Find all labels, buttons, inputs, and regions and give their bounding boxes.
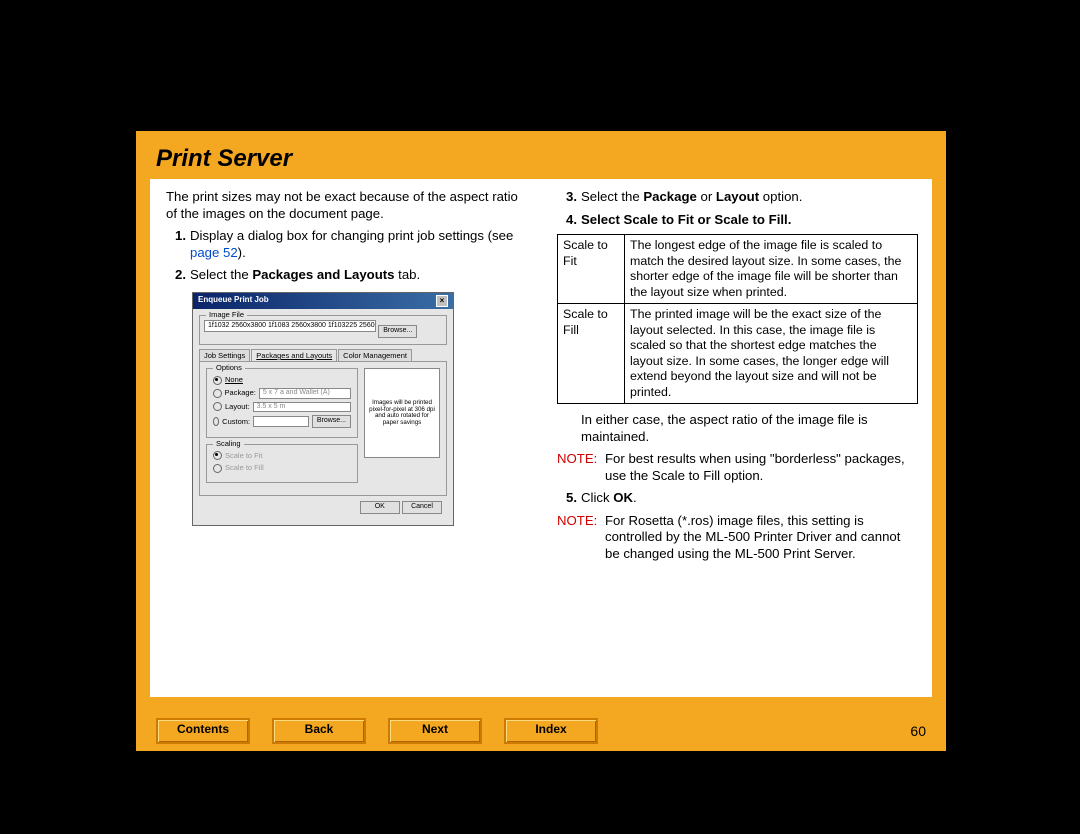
radio-package[interactable] (213, 389, 222, 398)
tab-job-settings[interactable]: Job Settings (199, 349, 250, 361)
step-number: 4. (557, 212, 581, 229)
image-file-input[interactable]: 1f1032 2560x3800 1f1083 2560x3800 1f1032… (204, 320, 376, 333)
custom-browse-button[interactable]: Browse... (312, 415, 351, 428)
cancel-button[interactable]: Cancel (402, 501, 442, 514)
contents-button[interactable]: Contents (156, 718, 250, 744)
page-title: Print Server (136, 131, 946, 179)
note-text: For best results when using "borderless"… (605, 451, 918, 484)
tab-packages-layouts[interactable]: Packages and Layouts (251, 349, 337, 361)
back-button[interactable]: Back (272, 718, 366, 744)
preview-box: Images will be printed pixel-for-pixel a… (364, 368, 440, 458)
footer-nav: Contents Back Next Index 60 (136, 711, 946, 751)
left-column: The print sizes may not be exact because… (150, 179, 541, 697)
scale-fill-desc: The printed image will be the exact size… (625, 304, 918, 404)
scale-fit-label: Scale to Fit (558, 235, 625, 304)
step-text: Select the Package or Layout option. (581, 189, 918, 206)
options-group: Options None Package: 5 x 7 a and Wallet… (206, 368, 358, 438)
browse-button[interactable]: Browse... (378, 325, 417, 338)
page-link[interactable]: page 52 (190, 245, 238, 260)
scale-fill-label: Scale to Fill (558, 304, 625, 404)
scaling-group: Scaling Scale to Fit Scale to Fill (206, 444, 358, 483)
step-text: Display a dialog box for changing print … (190, 228, 527, 261)
dialog-title: Enqueue Print Job (198, 295, 269, 307)
note-text: For Rosetta (*.ros) image files, this se… (605, 513, 918, 563)
either-case-text: In either case, the aspect ratio of the … (581, 412, 918, 445)
note-1: NOTE: For best results when using "borde… (557, 451, 918, 484)
radio-layout[interactable] (213, 402, 222, 411)
note-2: NOTE: For Rosetta (*.ros) image files, t… (557, 513, 918, 563)
layout-dropdown[interactable]: 3.5 x 5 m (253, 402, 351, 413)
close-icon[interactable]: × (436, 295, 448, 307)
package-dropdown[interactable]: 5 x 7 a and Wallet (A) (259, 388, 351, 399)
step-number: 1. (166, 228, 190, 261)
right-column: 3. Select the Package or Layout option. … (541, 179, 932, 697)
radio-none[interactable] (213, 376, 222, 385)
step-3: 3. Select the Package or Layout option. (557, 189, 918, 206)
step-1: 1. Display a dialog box for changing pri… (166, 228, 527, 261)
image-file-group: Image File 1f1032 2560x3800 1f1083 2560x… (199, 315, 447, 346)
document-page: Print Server The print sizes may not be … (135, 130, 947, 752)
step-number: 3. (557, 189, 581, 206)
ok-button[interactable]: OK (360, 501, 400, 514)
tab-color-management[interactable]: Color Management (338, 349, 412, 361)
step-number: 2. (166, 267, 190, 284)
index-button[interactable]: Index (504, 718, 598, 744)
next-button[interactable]: Next (388, 718, 482, 744)
radio-scale-fill[interactable] (213, 464, 222, 473)
note-label: NOTE: (557, 451, 605, 484)
step-number: 5. (557, 490, 581, 507)
step-2: 2. Select the Packages and Layouts tab. (166, 267, 527, 284)
tab-content: Images will be printed pixel-for-pixel a… (199, 361, 447, 495)
tab-row: Job Settings Packages and Layouts Color … (199, 349, 447, 361)
dialog-titlebar: Enqueue Print Job × (193, 293, 453, 309)
radio-scale-fit[interactable] (213, 451, 222, 460)
content-area: The print sizes may not be exact because… (150, 179, 932, 697)
intro-text: The print sizes may not be exact because… (166, 189, 527, 222)
note-label: NOTE: (557, 513, 605, 563)
step-text: Select Scale to Fit or Scale to Fill. (581, 212, 918, 229)
scale-fit-desc: The longest edge of the image file is sc… (625, 235, 918, 304)
enqueue-print-job-dialog: Enqueue Print Job × Image File 1f1032 25… (192, 292, 454, 526)
step-text: Select the Packages and Layouts tab. (190, 267, 527, 284)
scale-table: Scale to Fit The longest edge of the ima… (557, 234, 918, 404)
radio-custom[interactable] (213, 417, 219, 426)
page-number: 60 (910, 723, 926, 739)
table-row: Scale to Fill The printed image will be … (558, 304, 918, 404)
step-4: 4. Select Scale to Fit or Scale to Fill. (557, 212, 918, 229)
step-5: 5. Click OK. (557, 490, 918, 507)
table-row: Scale to Fit The longest edge of the ima… (558, 235, 918, 304)
custom-field[interactable] (253, 416, 309, 427)
step-text: Click OK. (581, 490, 918, 507)
